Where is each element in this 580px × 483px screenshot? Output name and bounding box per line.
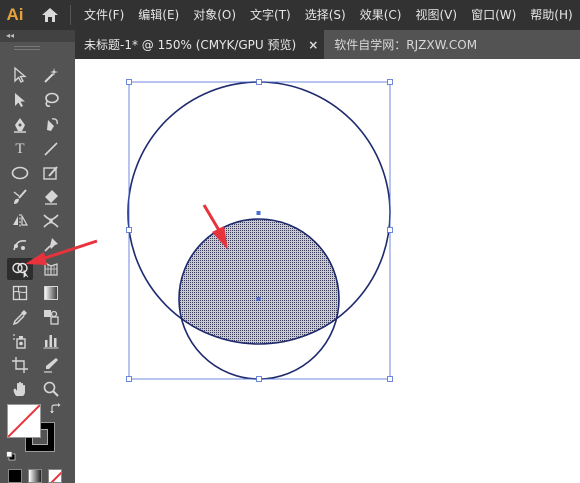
red-arrow-tool <box>25 239 98 265</box>
